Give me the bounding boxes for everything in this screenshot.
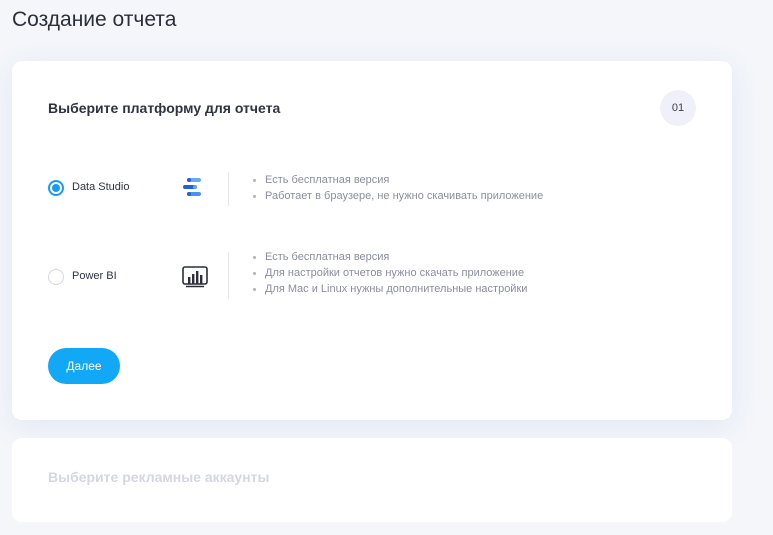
- step-platform-card: Выберите платформу для отчета 01 Data St…: [12, 61, 732, 420]
- feature-item: Есть бесплатная версия: [253, 172, 543, 188]
- feature-item: Для Mac и Linux нужны дополнительные нас…: [253, 281, 527, 297]
- data-studio-icon: [182, 177, 204, 202]
- radio-data-studio[interactable]: [48, 180, 64, 196]
- page-title: Создание отчета: [12, 8, 177, 31]
- option-label: Data Studio: [72, 181, 130, 193]
- feature-item: Есть бесплатная версия: [253, 249, 527, 265]
- divider: [228, 252, 229, 299]
- step-number-badge: 01: [660, 90, 696, 126]
- next-button[interactable]: Далее: [48, 348, 120, 384]
- divider: [228, 172, 229, 206]
- feature-list: Есть бесплатная версия Работает в браузе…: [253, 172, 543, 204]
- power-bi-icon: [182, 266, 208, 293]
- radio-power-bi[interactable]: [48, 269, 64, 285]
- step-accounts-card[interactable]: Выберите рекламные аккаунты: [12, 438, 732, 522]
- step-title: Выберите платформу для отчета: [48, 100, 281, 116]
- feature-list: Есть бесплатная версия Для настройки отч…: [253, 249, 527, 297]
- step-title: Выберите рекламные аккаунты: [48, 469, 270, 485]
- option-label: Power BI: [72, 270, 117, 282]
- option-power-bi[interactable]: Power BI Есть бесплатная версия Для наст…: [48, 249, 698, 302]
- feature-item: Работает в браузере, не нужно скачивать …: [253, 188, 543, 204]
- option-data-studio[interactable]: Data Studio Есть бесплатная версия Работ…: [48, 163, 698, 213]
- feature-item: Для настройки отчетов нужно скачать прил…: [253, 265, 527, 281]
